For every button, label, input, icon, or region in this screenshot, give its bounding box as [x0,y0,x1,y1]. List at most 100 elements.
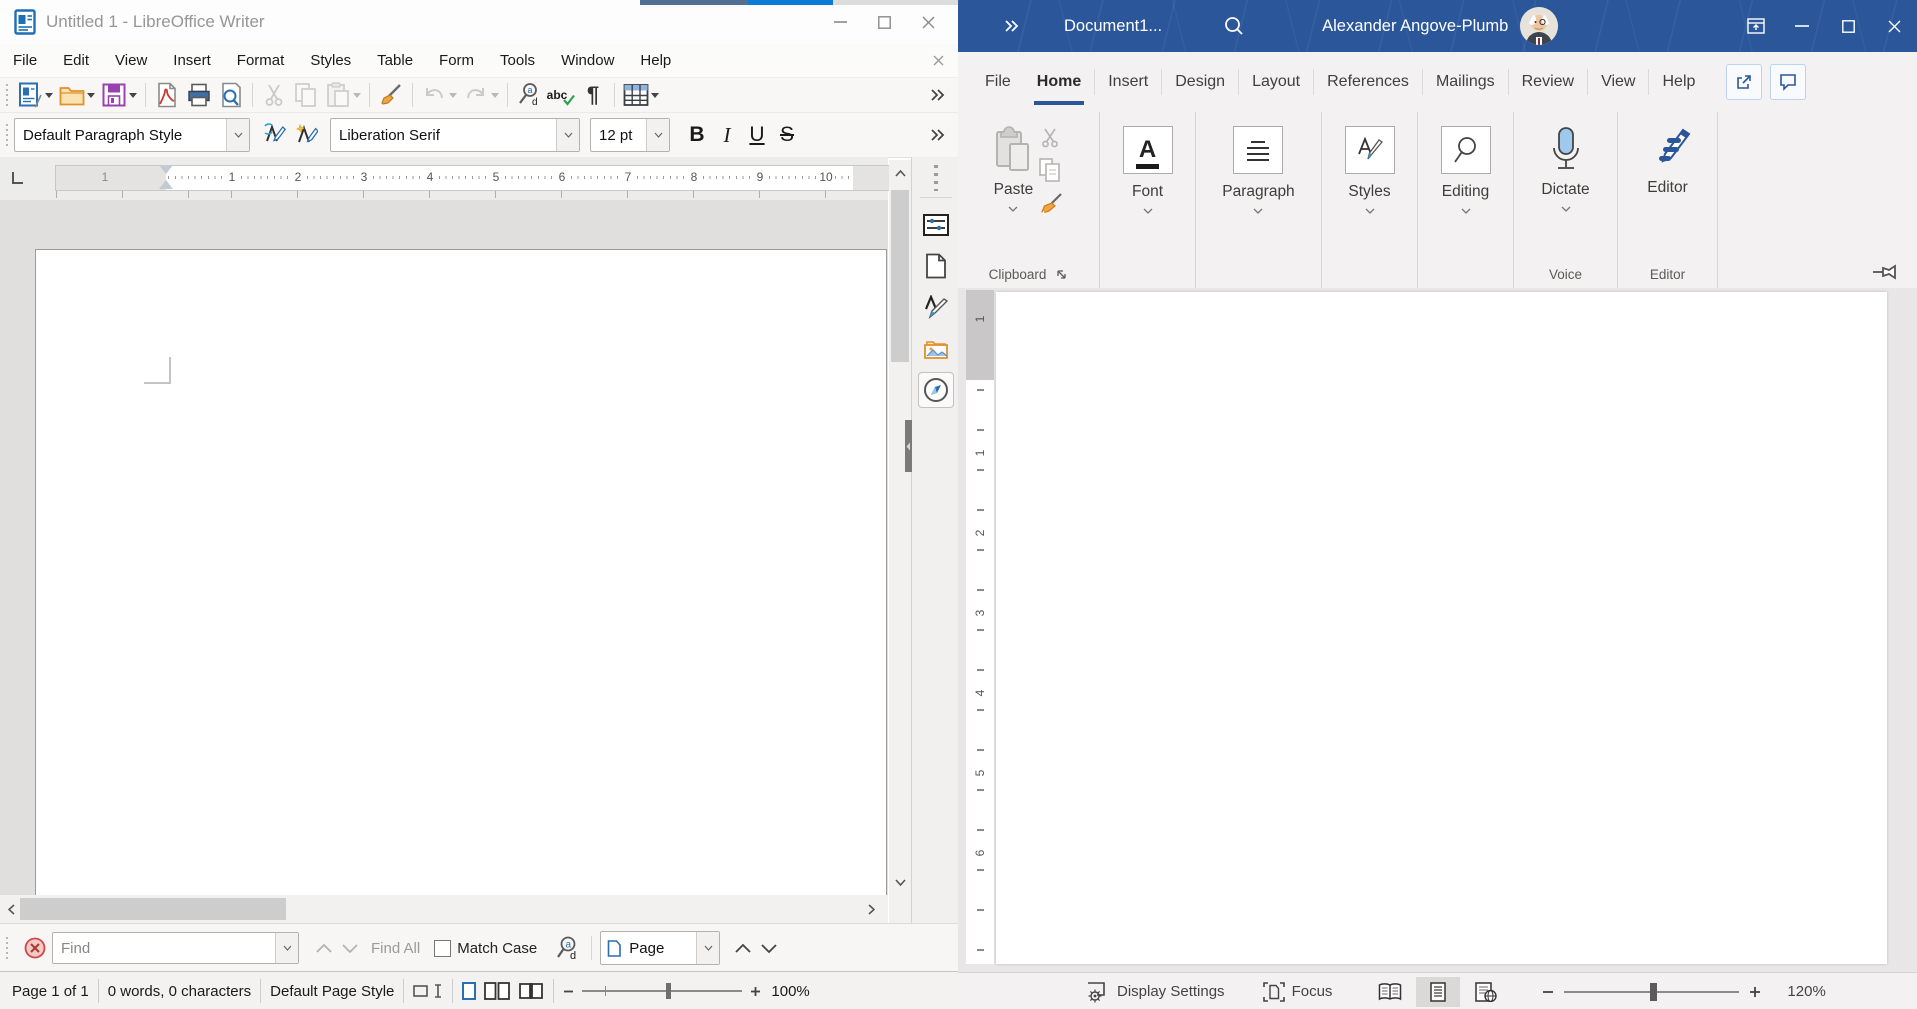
zoom-slider[interactable] [582,990,742,992]
vertical-ruler[interactable]: 1 1 2 3 4 5 6 [966,290,994,964]
sidebar-styles-icon[interactable] [919,290,953,324]
clone-formatting-icon[interactable] [375,81,407,109]
zoom-out-icon[interactable] [563,986,574,997]
word-count[interactable]: 0 words, 0 characters [108,983,251,1000]
zoom-out-icon[interactable] [1542,986,1554,998]
toolbar-grip[interactable] [4,84,9,106]
page-style[interactable]: Default Page Style [270,983,394,1000]
export-pdf-icon[interactable] [151,81,183,109]
bold-button[interactable]: B [682,120,712,150]
tab-file[interactable]: File [972,65,1024,99]
format-painter-icon[interactable] [1039,192,1063,216]
tab-references[interactable]: References [1314,65,1422,99]
font-chevron-icon[interactable] [1143,208,1153,214]
font-button[interactable]: A Font [1123,126,1173,214]
scroll-down-arrow-icon[interactable] [889,871,911,893]
selection-mode-icon[interactable] [413,983,443,999]
new-dropdown-arrow[interactable] [45,93,53,98]
find-dropdown-arrow[interactable] [275,933,298,963]
user-name[interactable]: Alexander Angove-Plumb [1322,17,1508,36]
print-icon[interactable] [183,81,215,109]
document-title[interactable]: Document1... [1064,17,1162,36]
toolbar-overflow-icon[interactable] [930,88,946,102]
paste-button[interactable]: Paste [994,126,1034,212]
ribbon-display-options-icon[interactable] [1733,0,1779,52]
find-all-button[interactable]: Find All [371,940,420,957]
paragraph-button[interactable]: Paragraph [1222,126,1294,214]
pin-ribbon-icon[interactable] [1873,264,1899,280]
maximize-button[interactable] [1825,0,1871,52]
undo-dropdown-arrow[interactable] [449,93,457,98]
save-dropdown-arrow[interactable] [129,93,137,98]
read-mode-button[interactable] [1368,977,1412,1007]
menu-form[interactable]: Form [426,47,487,74]
zoom-in-icon[interactable] [750,986,761,997]
page-count[interactable]: Page 1 of 1 [12,983,89,1000]
scope-dropdown-arrow[interactable] [696,932,719,964]
font-size-combobox[interactable]: 12 pt [590,118,670,152]
tab-stop-selector[interactable] [8,169,26,187]
new-style-icon[interactable] [290,121,322,149]
zoom-percentage[interactable]: 120% [1787,983,1825,1000]
toolbar-grip[interactable] [4,937,9,959]
clipboard-dialog-launcher-icon[interactable] [1056,269,1068,281]
toolbar-grip[interactable] [4,124,9,146]
formatting-marks-icon[interactable]: ¶ [577,81,609,109]
print-preview-icon[interactable] [215,81,247,109]
editing-chevron-icon[interactable] [1461,208,1471,214]
styles-button[interactable]: Styles [1345,126,1395,214]
menu-edit[interactable]: Edit [50,47,102,74]
menu-window[interactable]: Window [548,47,627,74]
word-document-page[interactable] [996,292,1887,964]
new-document-icon[interactable] [14,81,46,109]
vertical-scrollbar[interactable] [889,160,911,895]
zoom-percentage[interactable]: 100% [771,983,809,1000]
styles-chevron-icon[interactable] [1365,208,1375,214]
underline-button[interactable]: U [742,120,772,150]
close-button[interactable] [1871,0,1917,52]
copy-icon[interactable] [1039,158,1063,182]
paragraph-chevron-icon[interactable] [1253,208,1263,214]
tab-design[interactable]: Design [1162,65,1238,99]
tab-insert[interactable]: Insert [1095,65,1161,99]
font-size-dropdown-arrow[interactable] [646,119,669,151]
find-input[interactable]: Find [52,932,299,964]
tab-home[interactable]: Home [1024,65,1094,99]
paste-icon[interactable] [322,81,354,109]
minimize-button[interactable] [1779,0,1825,52]
undo-icon[interactable] [418,81,450,109]
find-and-replace-icon[interactable]: ad [551,934,583,962]
sidebar-grip[interactable] [934,165,938,191]
menu-format[interactable]: Format [224,47,298,74]
editor-button[interactable]: Editor [1645,126,1691,197]
tab-help[interactable]: Help [1649,65,1708,99]
horizontal-scrollbar[interactable] [0,895,888,923]
next-page-icon[interactable] [756,935,782,961]
find-previous-icon[interactable] [311,935,337,961]
display-settings-button[interactable]: Display Settings [1086,981,1225,1003]
menu-table[interactable]: Table [364,47,426,74]
sidebar-navigator-icon[interactable] [918,372,954,408]
redo-icon[interactable] [460,81,492,109]
find-replace-icon[interactable]: ad [513,81,545,109]
open-file-icon[interactable] [56,81,88,109]
previous-page-icon[interactable] [730,935,756,961]
dictate-chevron-icon[interactable] [1561,206,1571,212]
sidebar-hide-handle[interactable] [905,420,912,472]
close-document-icon[interactable] [933,55,944,66]
close-find-bar-icon[interactable] [24,937,46,959]
paste-chevron-icon[interactable] [1008,206,1018,212]
indent-markers[interactable] [159,165,173,189]
tab-mailings[interactable]: Mailings [1423,65,1508,99]
menu-file[interactable]: File [0,47,50,74]
print-layout-button[interactable] [1416,977,1460,1007]
zoom-slider[interactable] [1564,991,1739,993]
menu-styles[interactable]: Styles [297,47,364,74]
font-name-dropdown-arrow[interactable] [556,119,579,151]
zoom-slider-thumb[interactable] [1650,983,1657,1001]
multi-page-view-icon[interactable] [484,982,510,1000]
editing-button[interactable]: Editing [1441,126,1491,214]
insert-table-icon[interactable] [620,81,652,109]
update-style-icon[interactable] [258,121,290,149]
scroll-right-arrow-icon[interactable] [860,898,882,920]
